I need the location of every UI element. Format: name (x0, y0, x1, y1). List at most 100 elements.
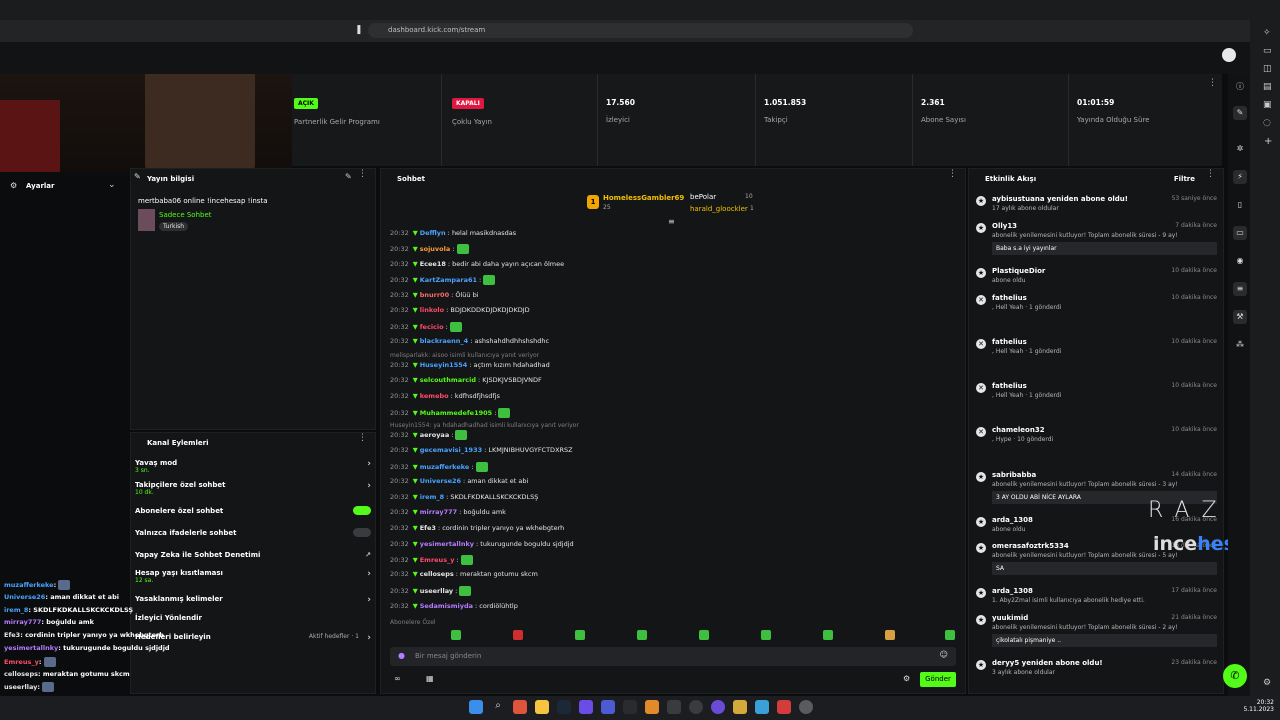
username[interactable]: mirray777 (420, 508, 457, 516)
filter-button[interactable]: Filtre (1174, 169, 1195, 189)
sidebar-icon[interactable]: ▤ (1263, 82, 1272, 92)
sidebar-icon[interactable]: ◫ (1263, 64, 1272, 74)
gear-icon[interactable]: ⚙ (1263, 678, 1271, 688)
infinity-icon[interactable]: ∞ (394, 674, 401, 683)
chat-icon[interactable]: ▭ (1233, 226, 1247, 240)
username[interactable]: Emreus_y (420, 556, 455, 564)
app-icon[interactable] (579, 700, 593, 714)
kebab-icon[interactable]: ⋮ (1206, 169, 1215, 179)
steam-icon[interactable] (557, 700, 571, 714)
windows-start-icon[interactable] (469, 700, 483, 714)
username[interactable]: celloseps (420, 570, 454, 578)
emote[interactable] (451, 630, 461, 640)
emote[interactable] (637, 630, 647, 640)
chevron-down-icon[interactable]: ⌄ (108, 180, 116, 190)
username[interactable]: useerllay (420, 587, 453, 595)
emote[interactable] (823, 630, 833, 640)
kebab-icon[interactable]: ⋮ (948, 169, 957, 179)
bolt-icon[interactable]: ⚡ (1233, 170, 1247, 184)
username[interactable]: KartZampara61 (420, 276, 477, 284)
app-icon[interactable] (711, 700, 725, 714)
account-age-restriction[interactable]: Hesap yaşı kısıtlaması 12 sa. › (135, 569, 375, 584)
toggle-off[interactable] (353, 528, 371, 537)
kebab-icon[interactable]: ⋮ (358, 169, 367, 179)
emote[interactable] (513, 630, 523, 640)
username[interactable]: kemebo (420, 392, 449, 400)
emote[interactable] (459, 586, 472, 596)
clock[interactable]: 20:32 5.11.2023 (1242, 699, 1274, 713)
calendar-icon[interactable]: ▦ (426, 674, 434, 683)
emote[interactable] (460, 555, 473, 565)
sidebar-icon[interactable]: ◌ (1263, 118, 1271, 128)
send-button[interactable]: Gönder (920, 672, 956, 687)
leader-name[interactable]: bePolar (690, 193, 716, 201)
raid-viewers[interactable]: İzleyici Yönlendir (135, 614, 375, 622)
list-icon[interactable]: ≡ (1233, 282, 1247, 296)
username[interactable]: Ecee18 (420, 260, 446, 268)
app-icon[interactable] (601, 700, 615, 714)
username[interactable]: Efe3 (420, 524, 436, 532)
username[interactable]: sojuvola (420, 245, 451, 253)
username[interactable]: selcouthmarcid (420, 376, 476, 384)
set-goals[interactable]: Hedefleri belirleyin Aktif hedefler · 1 › (135, 633, 375, 643)
username[interactable]: blackraenn_4 (420, 337, 468, 345)
browser-icon[interactable] (513, 700, 527, 714)
emote[interactable] (498, 408, 511, 418)
broadcast-icon[interactable]: ◉ (1233, 254, 1247, 268)
app-icon[interactable] (755, 700, 769, 714)
emote[interactable] (455, 430, 468, 440)
bookmark-icon[interactable]: ❚ (355, 25, 363, 35)
username[interactable]: muzafferkeke (420, 463, 470, 471)
username[interactable]: Sedamismiyda (420, 602, 473, 610)
chat-input[interactable]: ● Bir mesaj gönderin ☺ (390, 647, 956, 666)
slow-mode[interactable]: Yavaş mod 3 sn. › (135, 459, 375, 474)
username[interactable]: gecemavisi_1933 (420, 446, 482, 454)
app-icon[interactable] (645, 700, 659, 714)
app-icon[interactable] (689, 700, 703, 714)
leader-name[interactable]: HomelessGambler69 (603, 194, 684, 202)
edit-icon[interactable]: ✎ (345, 172, 352, 181)
emote[interactable] (449, 322, 462, 332)
category-thumbnail[interactable] (138, 209, 155, 231)
username[interactable]: aeroyaa (420, 431, 449, 439)
emote[interactable] (483, 275, 496, 285)
emote[interactable] (885, 630, 895, 640)
username[interactable]: linkolo (420, 306, 444, 314)
emote[interactable] (945, 630, 955, 640)
kebab-icon[interactable]: ⋮ (358, 433, 367, 443)
emote[interactable] (456, 244, 469, 254)
support-chat-button[interactable]: ✆ (1223, 664, 1247, 688)
sidebar-pin-icon[interactable]: ✧ (1263, 28, 1271, 38)
banned-words[interactable]: Yasaklanmış kelimeler › (135, 595, 375, 605)
emote[interactable] (475, 462, 488, 472)
app-icon[interactable] (799, 700, 813, 714)
emote[interactable] (699, 630, 709, 640)
url-bar[interactable]: dashboard.kick.com/stream (368, 23, 913, 38)
username[interactable]: Defflyn (420, 229, 446, 237)
username[interactable]: fecicio (420, 323, 444, 331)
info-icon[interactable]: ⓘ (1233, 80, 1247, 94)
category-name[interactable]: Sadece Sohbet (159, 211, 212, 219)
avatar[interactable] (1222, 48, 1236, 62)
username[interactable]: Universe26 (420, 477, 461, 485)
toggle-on[interactable] (353, 506, 371, 515)
emote[interactable] (761, 630, 771, 640)
sub-only-chat[interactable]: Abonelere özel sohbet (135, 506, 375, 515)
username[interactable]: bnurr00 (420, 291, 449, 299)
app-icon[interactable] (623, 700, 637, 714)
search-icon[interactable]: ⌕ (491, 700, 505, 714)
pinned-icon[interactable]: ≡ (668, 217, 675, 226)
gear-icon[interactable]: ⚙ (903, 674, 910, 683)
app-icon[interactable] (667, 700, 681, 714)
sidebar-icon[interactable]: ▭ (1263, 46, 1272, 56)
folder-icon[interactable] (535, 700, 549, 714)
app-icon[interactable] (733, 700, 747, 714)
settings-icon[interactable]: ✲ (1233, 142, 1247, 156)
wrench-icon[interactable]: ⚒ (1233, 310, 1247, 324)
settings-label[interactable]: Ayarlar (26, 182, 54, 190)
leader-name[interactable]: harald_gloockler (690, 205, 748, 213)
card-icon[interactable]: ▯ (1233, 198, 1247, 212)
edit-icon[interactable]: ✎ (1233, 106, 1247, 120)
app-icon[interactable] (777, 700, 791, 714)
username[interactable]: yesimertallnky (420, 540, 474, 548)
